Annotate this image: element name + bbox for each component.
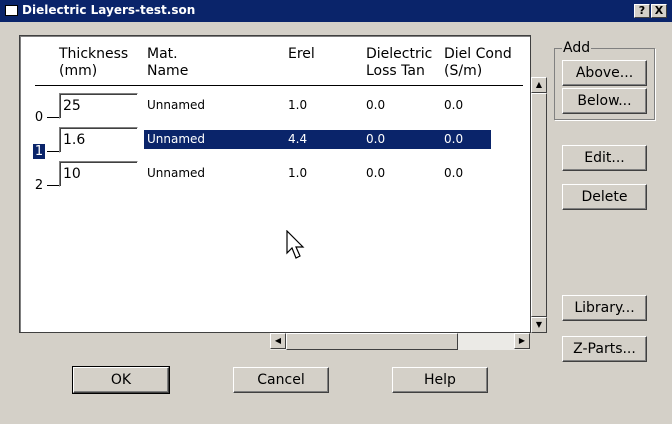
erel-2[interactable]: 1.0: [288, 165, 307, 181]
thickness-input-1[interactable]: 1.6: [59, 127, 138, 153]
loss-tan-2[interactable]: 0.0: [366, 165, 385, 181]
window-icon: [5, 5, 18, 16]
header-diel-cond: Diel Cond (S/m): [444, 46, 512, 79]
header-thickness: Thickness (mm): [59, 46, 129, 79]
erel-1[interactable]: 4.4: [288, 131, 307, 147]
loss-tan-0[interactable]: 0.0: [366, 97, 385, 113]
mouse-cursor-icon: [286, 230, 305, 259]
layer-index-1: 1: [33, 144, 45, 159]
horizontal-scroll-thumb[interactable]: [286, 333, 458, 350]
layer-index-0: 0: [34, 110, 44, 125]
mat-name-1[interactable]: Unnamed: [147, 131, 205, 147]
help-question-button[interactable]: ?: [634, 4, 650, 18]
edit-button[interactable]: Edit...: [562, 145, 647, 171]
scroll-down-button[interactable]: ▼: [531, 317, 547, 333]
layer-index-2: 2: [34, 178, 44, 193]
add-above-button[interactable]: Above...: [562, 60, 647, 86]
scroll-left-button[interactable]: ◀: [270, 333, 286, 349]
header-separator: [35, 85, 523, 86]
cancel-button[interactable]: Cancel: [233, 367, 329, 393]
thickness-input-0[interactable]: 25: [59, 93, 138, 119]
help-button[interactable]: Help: [392, 367, 488, 393]
header-loss-tan: Dielectric Loss Tan: [366, 46, 433, 79]
layer-tick-0: [47, 117, 59, 118]
z-parts-button[interactable]: Z-Parts...: [562, 336, 647, 362]
add-below-button[interactable]: Below...: [562, 88, 647, 114]
close-button[interactable]: X: [651, 4, 667, 18]
mat-name-2[interactable]: Unnamed: [147, 165, 205, 181]
window-title: Dielectric Layers-test.son: [22, 3, 196, 17]
delete-button[interactable]: Delete: [562, 184, 647, 210]
title-bar[interactable]: Dielectric Layers-test.son ? X: [0, 0, 672, 22]
diel-cond-2[interactable]: 0.0: [444, 165, 463, 181]
horizontal-scrollbar[interactable]: ◀ ▶: [270, 333, 530, 350]
header-erel: Erel: [288, 46, 315, 62]
ok-button[interactable]: OK: [72, 366, 170, 394]
diel-cond-0[interactable]: 0.0: [444, 97, 463, 113]
header-mat-name: Mat. Name: [147, 46, 189, 79]
library-button[interactable]: Library...: [562, 295, 647, 321]
add-group-label: Add: [562, 40, 592, 56]
layer-tick-1: [47, 151, 59, 152]
thickness-input-2[interactable]: 10: [59, 161, 138, 187]
mat-name-0[interactable]: Unnamed: [147, 97, 205, 113]
scroll-up-button[interactable]: ▲: [531, 77, 547, 93]
vertical-scroll-thumb[interactable]: [531, 93, 547, 317]
erel-0[interactable]: 1.0: [288, 97, 307, 113]
scroll-right-button[interactable]: ▶: [514, 333, 530, 349]
vertical-scrollbar[interactable]: ▲ ▼: [531, 77, 547, 333]
layer-tick-2: [47, 185, 59, 186]
loss-tan-1[interactable]: 0.0: [366, 131, 385, 147]
diel-cond-1[interactable]: 0.0: [444, 131, 463, 147]
